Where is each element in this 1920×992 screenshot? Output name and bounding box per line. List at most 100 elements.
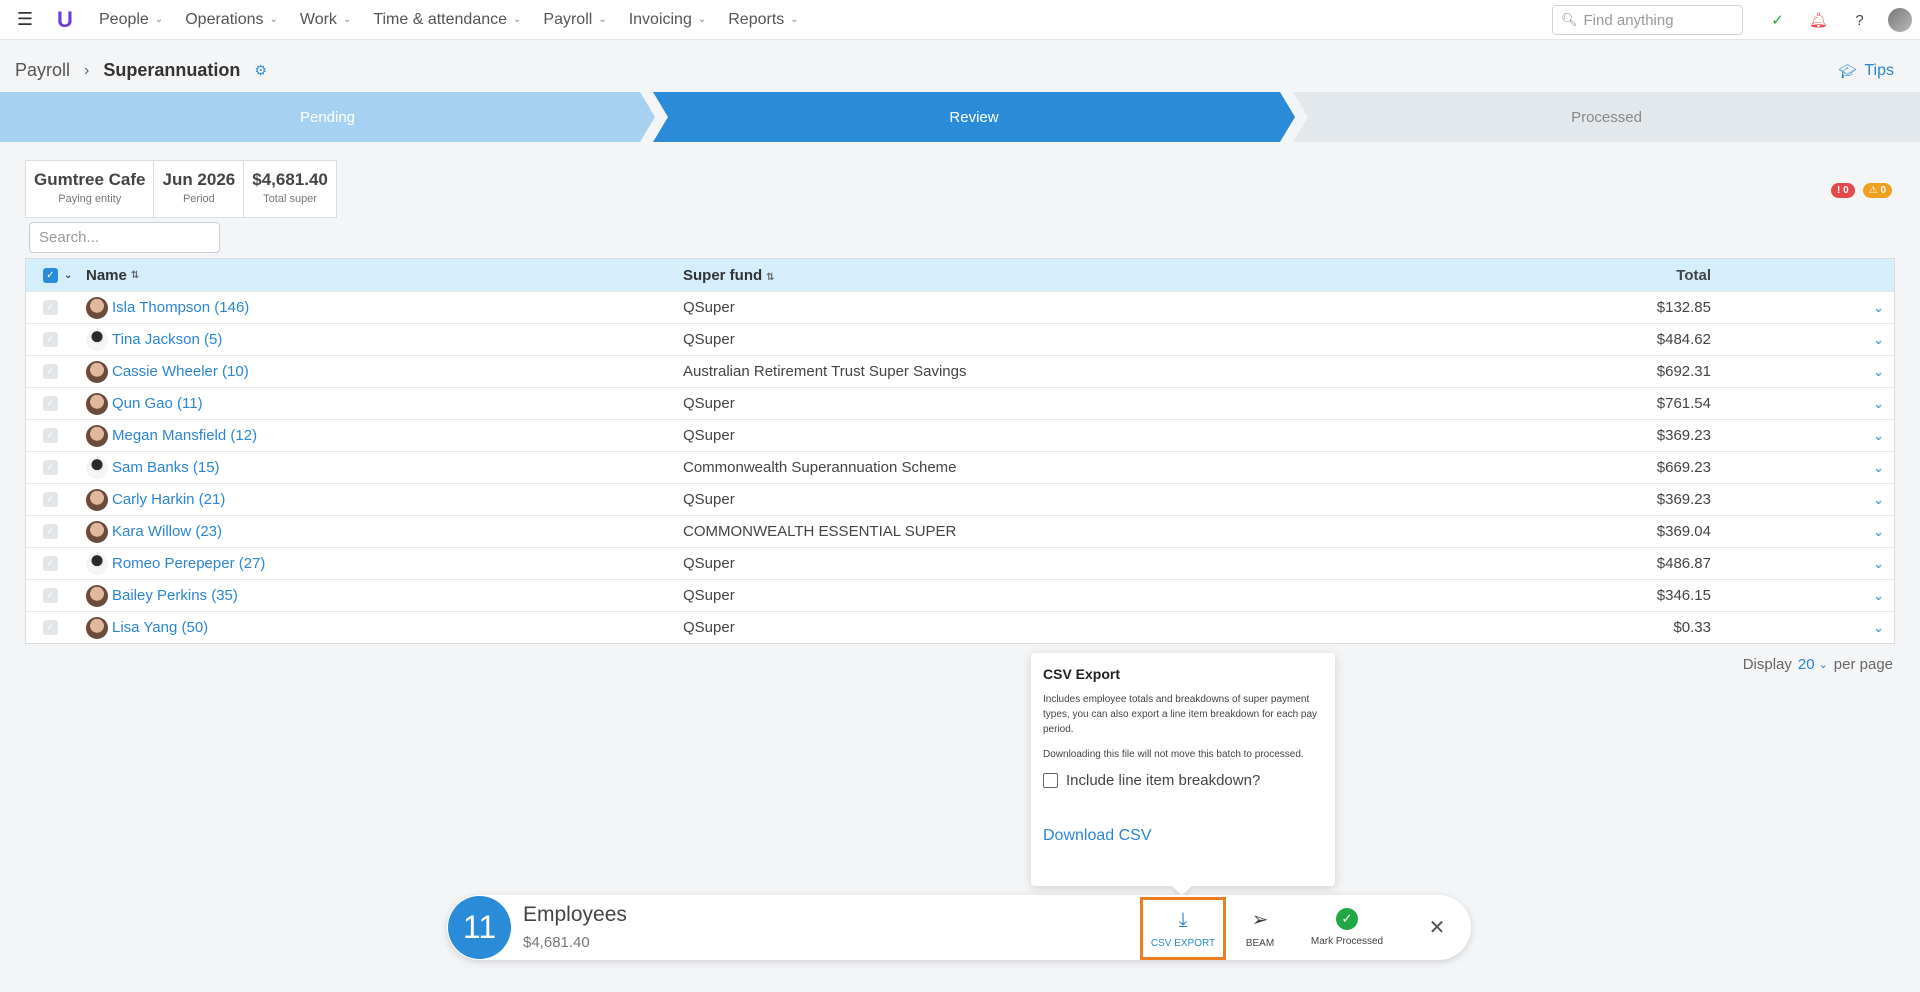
row-checkbox[interactable]: ✓ (43, 300, 58, 315)
select-all-checkbox[interactable]: ✓ (43, 267, 58, 283)
expand-row-icon[interactable]: ⌄ (1711, 460, 1894, 476)
summary-total-super: $4,681.40 Total super (252, 170, 328, 205)
total-cell: $0.33 (1673, 619, 1711, 636)
step-processed[interactable]: Processed (1293, 92, 1920, 142)
search-icon: 🔍︎ (1561, 12, 1578, 27)
total-cell: $484.62 (1656, 331, 1711, 348)
table-row: ✓ Isla Thompson (146) QSuper $132.85 ⌄ (26, 291, 1894, 323)
summary-paying-entity: Gumtree Cafe Paying entity (26, 161, 155, 217)
action-bar-total: $4,681.40 (523, 934, 590, 951)
row-checkbox[interactable]: ✓ (43, 524, 58, 539)
expand-row-icon[interactable]: ⌄ (1711, 492, 1894, 508)
selection-action-bar: 11 Employees $4,681.40 ⤓ CSV EXPORT ➢ BE… (447, 895, 1471, 960)
row-checkbox[interactable]: ✓ (43, 396, 58, 411)
error-badge[interactable]: ! 0 (1831, 183, 1855, 198)
row-checkbox[interactable]: ✓ (43, 364, 58, 379)
summary-panel: Gumtree Cafe Paying entity Jun 2026 Peri… (25, 160, 337, 218)
super-fund-cell: QSuper (683, 395, 735, 412)
settings-icon[interactable]: ⚙ (254, 62, 267, 79)
avatar (86, 360, 108, 383)
avatar (86, 488, 108, 511)
close-icon[interactable]: ✕ (1425, 895, 1449, 960)
expand-row-icon[interactable]: ⌄ (1711, 556, 1894, 572)
help-icon[interactable]: ? (1839, 0, 1880, 40)
nav-people[interactable]: People ⌄ (88, 0, 174, 40)
table-row: ✓ Sam Banks (15) Commonwealth Superannua… (26, 451, 1894, 483)
table-search-input[interactable]: Search... (29, 222, 220, 253)
total-cell: $369.04 (1656, 523, 1711, 540)
employee-link[interactable]: Lisa Yang (50) (112, 619, 208, 636)
status-check-icon[interactable]: ✓ (1757, 0, 1798, 40)
download-icon: ⤓ (1178, 908, 1188, 931)
menu-icon[interactable]: ☰ (0, 0, 50, 40)
checkbox-box[interactable] (1043, 773, 1058, 788)
notification-bell-icon[interactable]: 🔔︎ (1798, 0, 1839, 40)
nav-invoicing[interactable]: Invoicing ⌄ (618, 0, 718, 40)
chevron-down-icon: ⌄ (342, 14, 352, 25)
row-checkbox[interactable]: ✓ (43, 460, 58, 475)
super-fund-cell: QSuper (683, 587, 735, 604)
step-review[interactable]: Review (653, 92, 1295, 142)
employee-link[interactable]: Carly Harkin (21) (112, 491, 225, 508)
employee-link[interactable]: Cassie Wheeler (10) (112, 363, 249, 380)
table-row: ✓ Bailey Perkins (35) QSuper $346.15 ⌄ (26, 579, 1894, 611)
user-avatar[interactable] (1888, 8, 1912, 32)
avatar (86, 392, 108, 415)
expand-row-icon[interactable]: ⌄ (1711, 524, 1894, 540)
nav-work[interactable]: Work ⌄ (289, 0, 362, 40)
expand-row-icon[interactable]: ⌄ (1711, 620, 1894, 636)
nav-reports[interactable]: Reports ⌄ (717, 0, 809, 40)
employee-link[interactable]: Qun Gao (11) (112, 395, 203, 412)
app-logo[interactable]: U (50, 0, 80, 40)
row-checkbox[interactable]: ✓ (43, 588, 58, 603)
employee-link[interactable]: Bailey Perkins (35) (112, 587, 238, 604)
chevron-right-icon: › (84, 61, 90, 79)
graduation-cap-icon: 🎓︎ (1838, 62, 1857, 79)
expand-row-icon[interactable]: ⌄ (1711, 300, 1894, 316)
employee-link[interactable]: Romeo Perepeper (27) (112, 555, 265, 572)
csv-export-button[interactable]: ⤓ CSV EXPORT (1140, 897, 1226, 960)
check-circle-icon: ✓ (1336, 908, 1358, 930)
table-row: ✓ Romeo Perepeper (27) QSuper $486.87 ⌄ (26, 547, 1894, 579)
row-checkbox[interactable]: ✓ (43, 620, 58, 635)
row-checkbox[interactable]: ✓ (43, 428, 58, 443)
per-page-dropdown[interactable]: 20 ⌄ (1798, 656, 1828, 673)
nav-payroll[interactable]: Payroll ⌄ (532, 0, 617, 40)
super-fund-cell: QSuper (683, 427, 735, 444)
global-search-input[interactable]: 🔍︎ Find anything (1552, 5, 1743, 35)
employee-link[interactable]: Tina Jackson (5) (112, 331, 222, 348)
row-checkbox[interactable]: ✓ (43, 332, 58, 347)
step-pending[interactable]: Pending (0, 92, 655, 142)
super-fund-cell: QSuper (683, 331, 735, 348)
expand-row-icon[interactable]: ⌄ (1711, 428, 1894, 444)
line-item-breakdown-checkbox[interactable]: Include line item breakdown? (1043, 772, 1323, 789)
breadcrumb: Payroll › Superannuation ⚙ (15, 60, 267, 81)
row-checkbox[interactable]: ✓ (43, 556, 58, 571)
super-fund-cell: Australian Retirement Trust Super Saving… (683, 363, 967, 380)
chevron-down-icon: ⌄ (790, 14, 799, 25)
chevron-down-icon[interactable]: ⌄ (64, 270, 72, 281)
column-header-fund[interactable]: Super fund ⇅ (683, 267, 1303, 284)
employee-link[interactable]: Sam Banks (15) (112, 459, 220, 476)
validation-badges: ! 0 ⚠ 0 (1823, 183, 1892, 198)
column-header-name[interactable]: Name ⇅ (86, 267, 683, 284)
expand-row-icon[interactable]: ⌄ (1711, 332, 1894, 348)
row-checkbox[interactable]: ✓ (43, 492, 58, 507)
total-cell: $692.31 (1656, 363, 1711, 380)
expand-row-icon[interactable]: ⌄ (1711, 396, 1894, 412)
employee-link[interactable]: Kara Willow (23) (112, 523, 222, 540)
nav-time-attendance[interactable]: Time & attendance ⌄ (362, 0, 532, 40)
expand-row-icon[interactable]: ⌄ (1711, 364, 1894, 380)
column-header-total: Total (1676, 266, 1711, 284)
employee-link[interactable]: Isla Thompson (146) (112, 299, 249, 316)
employee-link[interactable]: Megan Mansfield (12) (112, 427, 257, 444)
expand-row-icon[interactable]: ⌄ (1711, 588, 1894, 604)
avatar (86, 296, 108, 319)
mark-processed-button[interactable]: ✓ Mark Processed (1302, 895, 1392, 960)
breadcrumb-payroll[interactable]: Payroll (15, 60, 70, 81)
warning-badge[interactable]: ⚠ 0 (1862, 183, 1892, 198)
tips-button[interactable]: 🎓︎ Tips (1839, 62, 1894, 80)
download-csv-link[interactable]: Download CSV (1043, 827, 1323, 845)
nav-operations[interactable]: Operations ⌄ (174, 0, 289, 40)
beam-button[interactable]: ➢ BEAM (1237, 895, 1283, 960)
